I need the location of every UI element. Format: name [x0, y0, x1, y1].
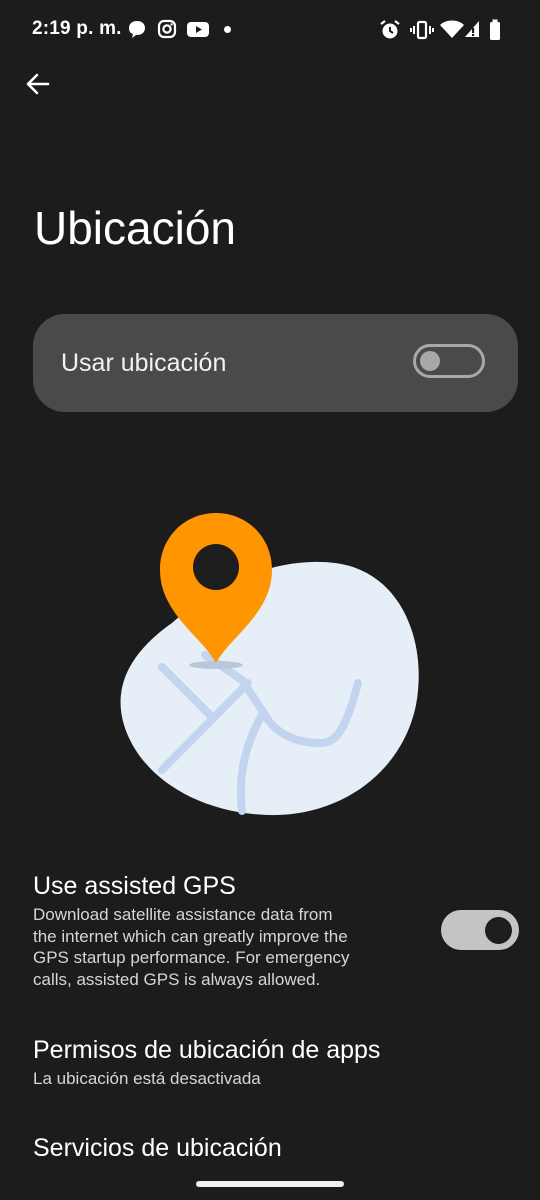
arrow-left-icon: [26, 73, 50, 95]
use-location-label: Usar ubicación: [61, 349, 227, 377]
page-title: Ubicación: [34, 202, 236, 254]
chat-bubble-icon: [127, 19, 147, 44]
assisted-gps-summary-line: GPS startup performance. For emergency: [33, 948, 350, 967]
switch-knob: [420, 351, 440, 371]
back-button[interactable]: [18, 64, 58, 104]
assisted-gps-summary-line: the internet which can greatly improve t…: [33, 926, 348, 946]
app-permissions-title: Permisos de ubicación de apps: [33, 1036, 381, 1064]
vibrate-icon: [410, 19, 434, 46]
alarm-icon: [379, 19, 401, 46]
map-blob: [120, 561, 419, 816]
location-settings-screen: 2:19 p. m. Ubicación Usar ubicación Use …: [0, 0, 540, 1200]
status-time: 2:19 p. m.: [32, 18, 122, 39]
battery-icon: [489, 19, 501, 46]
youtube-icon: [186, 19, 210, 44]
app-permissions-summary: La ubicación está desactivada: [33, 1069, 261, 1088]
notification-dot-icon: [224, 26, 231, 33]
signal-icon: [463, 19, 481, 44]
use-location-toggle-row[interactable]: Usar ubicación: [33, 314, 518, 412]
location-map-illustration: [110, 505, 430, 825]
wifi-icon: [440, 19, 464, 44]
use-location-switch[interactable]: [413, 344, 485, 378]
assisted-gps-summary-line: Download satellite assistance data from: [33, 905, 333, 924]
location-services-title: Servicios de ubicación: [33, 1134, 282, 1162]
assisted-gps-title: Use assisted GPS: [33, 872, 236, 900]
status-bar: 2:19 p. m.: [0, 0, 540, 60]
assisted-gps-summary-line: calls, assisted GPS is always allowed.: [33, 969, 321, 989]
switch-knob: [485, 917, 512, 944]
instagram-icon: [157, 19, 177, 44]
home-gesture-bar[interactable]: [196, 1181, 344, 1187]
assisted-gps-switch[interactable]: [441, 910, 519, 950]
